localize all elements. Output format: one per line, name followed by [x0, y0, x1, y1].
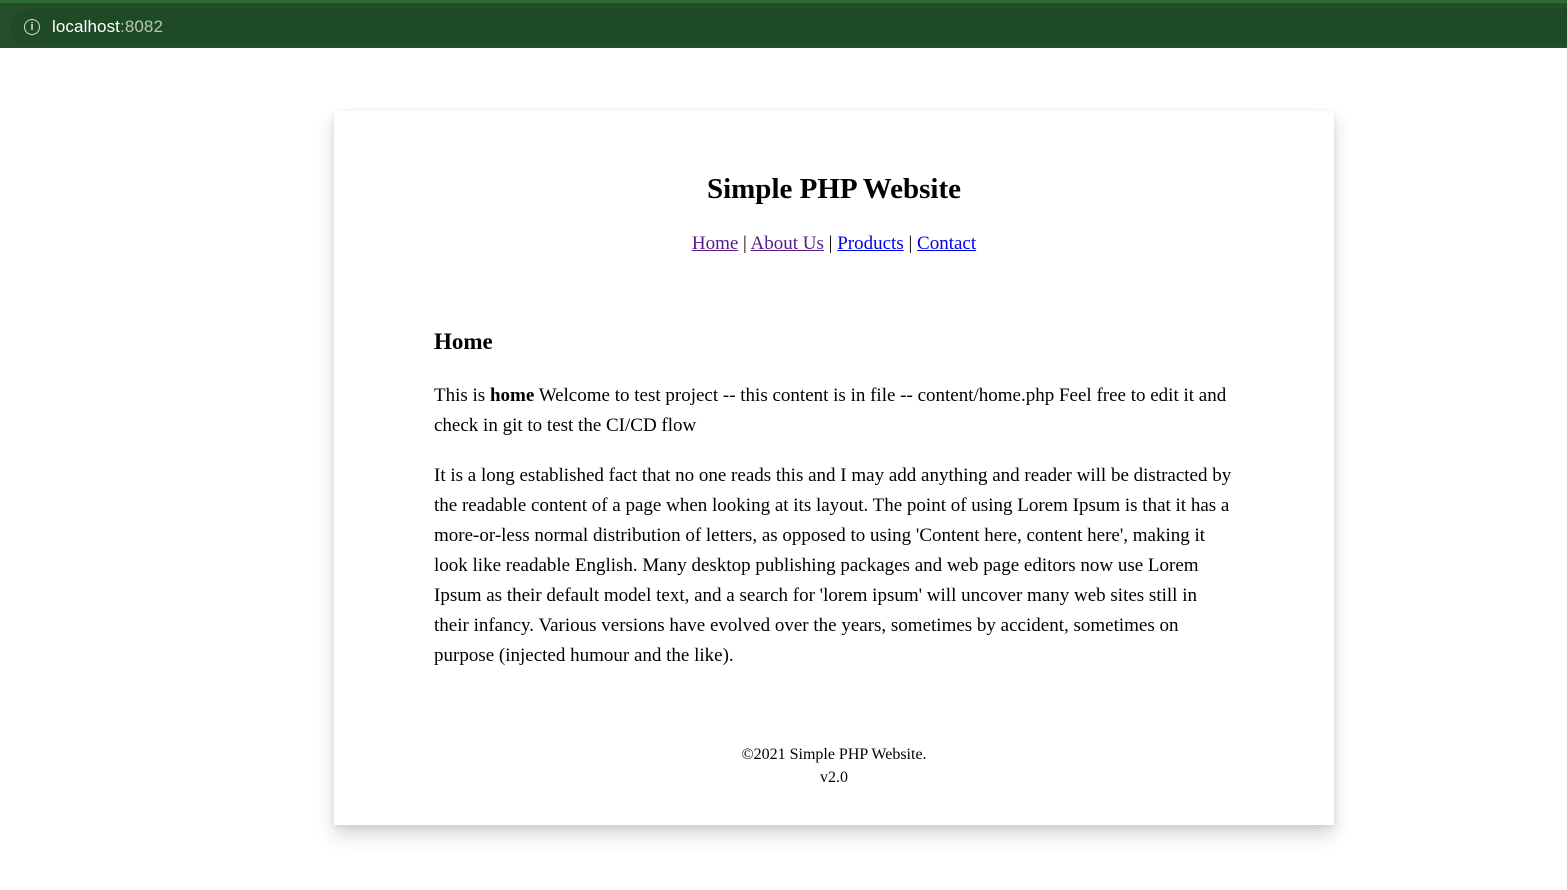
- url-port: :8082: [120, 17, 164, 36]
- page-heading: Home: [434, 329, 493, 354]
- page-container: Simple PHP Website Home | About Us | Pro…: [334, 111, 1334, 825]
- intro-rest: Welcome to test project -- this content …: [434, 385, 1227, 436]
- browser-toolbar: i localhost:8082: [0, 0, 1567, 48]
- site-title: Simple PHP Website: [706, 173, 962, 205]
- url-text[interactable]: localhost:8082: [52, 17, 163, 37]
- intro-prefix: This is: [434, 385, 490, 406]
- main-content: Home This is home Welcome to test projec…: [434, 327, 1234, 671]
- nav-link-products[interactable]: Products: [837, 233, 904, 254]
- nav-separator: |: [828, 233, 833, 254]
- body-paragraph: It is a long established fact that no on…: [434, 465, 1232, 666]
- nav-separator: |: [743, 233, 747, 254]
- intro-paragraph: This is home Welcome to test project -- …: [434, 381, 1234, 441]
- nav-link-home[interactable]: Home: [692, 233, 738, 254]
- main-nav: Home | About Us | Products | Contact: [334, 231, 1334, 257]
- nav-separator: |: [908, 233, 913, 254]
- intro-bold-word: home: [489, 385, 535, 406]
- nav-link-about-us[interactable]: About Us: [751, 233, 824, 254]
- footer: ©2021 Simple PHP Website. v2.0: [334, 743, 1334, 789]
- site-info-icon[interactable]: i: [24, 19, 40, 35]
- address-bar[interactable]: i localhost:8082: [10, 9, 1567, 45]
- footer-version: v2.0: [820, 769, 848, 786]
- nav-link-contact[interactable]: Contact: [917, 233, 976, 254]
- footer-copyright: ©2021 Simple PHP Website.: [741, 746, 927, 763]
- url-host: localhost: [52, 17, 120, 36]
